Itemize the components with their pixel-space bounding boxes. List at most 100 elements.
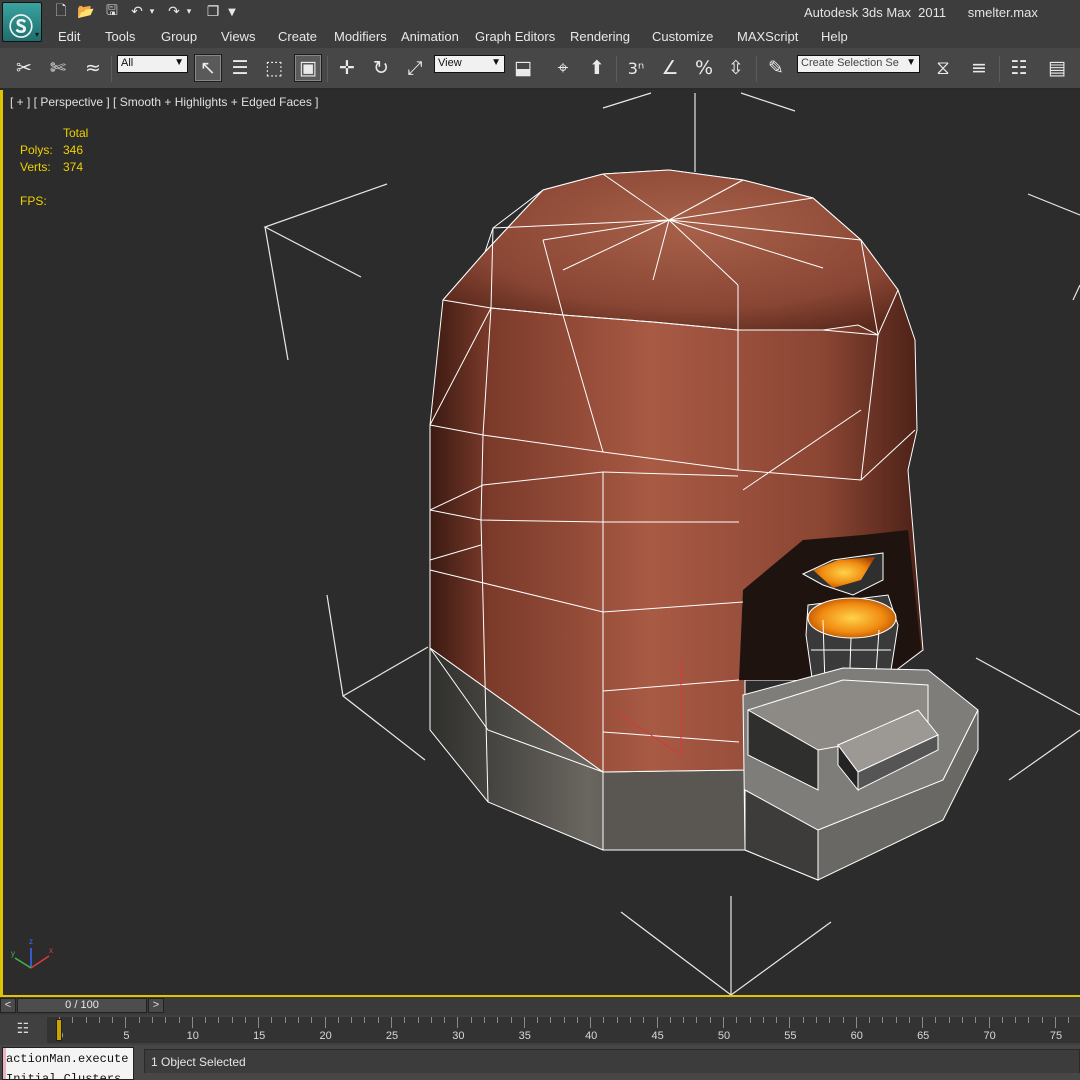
menu-tools[interactable]: Tools bbox=[105, 29, 135, 44]
minor-tick bbox=[284, 1017, 286, 1023]
major-tick bbox=[1055, 1017, 1056, 1028]
select-and-rotate-icon[interactable]: ↻ bbox=[367, 54, 395, 82]
listener-input-line: Initial Clusters bbox=[6, 1072, 122, 1080]
status-prompt-field: 1 Object Selected bbox=[144, 1049, 1080, 1073]
undo-icon[interactable]: ↶ bbox=[128, 3, 146, 21]
selection-filter-dropdown[interactable]: All ▼ bbox=[117, 55, 188, 73]
spinner-snap-icon[interactable]: ⇳ bbox=[722, 54, 750, 82]
toolbar-separator bbox=[999, 56, 1000, 82]
menu-modifiers[interactable]: Modifiers bbox=[334, 29, 387, 44]
time-slider-prev-button[interactable]: < bbox=[0, 998, 16, 1013]
select-by-name-icon[interactable]: ☰ bbox=[226, 54, 254, 82]
polys-label: Polys: bbox=[20, 143, 53, 157]
angle-snap-icon[interactable]: ∠ bbox=[656, 54, 684, 82]
project-folder-icon[interactable]: ❐ bbox=[204, 3, 222, 21]
stats-header: Total bbox=[63, 126, 89, 140]
mini-listener[interactable]: actionMan.execute Initial Clusters bbox=[2, 1047, 134, 1080]
polys-value: 346 bbox=[63, 143, 84, 157]
select-and-link-icon[interactable]: ✂ bbox=[10, 54, 38, 82]
select-object-icon[interactable]: ↖ bbox=[194, 54, 222, 82]
minor-tick bbox=[776, 1017, 778, 1023]
undo-dropdown-icon[interactable]: ▾ bbox=[147, 3, 157, 21]
redo-icon[interactable]: ↷ bbox=[165, 3, 183, 21]
menu-create[interactable]: Create bbox=[278, 29, 317, 44]
align-icon[interactable]: ≡ bbox=[965, 54, 993, 82]
frame-tick-label: 20 bbox=[319, 1030, 332, 1042]
minor-tick bbox=[404, 1017, 406, 1023]
app-title: Autodesk 3ds Max 2011 bbox=[804, 5, 947, 20]
minor-tick bbox=[165, 1017, 167, 1023]
frame-tick-label: 40 bbox=[585, 1030, 598, 1042]
percent-snap-icon[interactable]: % bbox=[690, 54, 718, 82]
menu-help[interactable]: Help bbox=[821, 29, 848, 44]
minor-tick bbox=[696, 1017, 698, 1023]
menu-edit[interactable]: Edit bbox=[58, 29, 80, 44]
select-and-manipulate-icon[interactable]: ⌖ bbox=[549, 54, 577, 82]
current-frame-marker[interactable] bbox=[56, 1019, 62, 1041]
viewport-label-menu[interactable]: [ + ] [ Perspective ] [ Smooth + Highlig… bbox=[10, 95, 319, 109]
curve-editor-mini-icon[interactable]: ☷ bbox=[12, 1021, 34, 1039]
main-toolbar: ✂ ✄ ≈ All ▼ ↖ ☰ ⬚ ▣ ✛ ↻ ⤢ View ▼ ⬓ ⌖ ⬆ 3ⁿ … bbox=[0, 48, 1080, 90]
major-tick bbox=[656, 1017, 658, 1028]
perspective-viewport[interactable]: z x y [ + ] [ Perspective ] [ Smooth + H… bbox=[0, 90, 1080, 997]
mirror-icon[interactable]: ⧖ bbox=[929, 54, 957, 82]
time-slider-thumb[interactable]: 0 / 100 bbox=[17, 998, 147, 1013]
menu-customize[interactable]: Customize bbox=[652, 29, 713, 44]
major-tick bbox=[789, 1017, 791, 1028]
minor-tick bbox=[709, 1017, 711, 1023]
minor-tick bbox=[1015, 1017, 1017, 1023]
major-tick bbox=[191, 1017, 193, 1028]
layer-manager-icon[interactable]: ☷ bbox=[1005, 54, 1033, 82]
major-tick bbox=[723, 1017, 724, 1028]
app-logo-icon: Ⓢ bbox=[9, 13, 33, 41]
minor-tick bbox=[98, 1017, 100, 1023]
world-axis-tripod: z x y bbox=[11, 937, 53, 969]
named-selection-placeholder: Create Selection Se bbox=[801, 57, 899, 69]
select-and-move-icon[interactable]: ✛ bbox=[333, 54, 361, 82]
track-bar-timeline[interactable]: 051015202530354045505560657075 bbox=[47, 1017, 1080, 1043]
minor-tick bbox=[829, 1017, 831, 1023]
minor-tick bbox=[643, 1017, 645, 1023]
application-button[interactable]: Ⓢ ▾ bbox=[2, 2, 42, 42]
track-bar: ☷ 051015202530354045505560657075 bbox=[0, 1015, 1080, 1045]
menu-animation[interactable]: Animation bbox=[401, 29, 459, 44]
edit-named-selection-icon[interactable]: ✎ bbox=[762, 54, 790, 82]
minor-tick bbox=[616, 1017, 618, 1023]
snaps-toggle-icon[interactable]: 3ⁿ bbox=[622, 54, 650, 82]
minor-tick bbox=[364, 1017, 366, 1023]
named-selection-set-dropdown[interactable]: Create Selection Se ▼ bbox=[797, 55, 920, 73]
keyboard-shortcut-override-icon[interactable]: ⬆ bbox=[583, 54, 611, 82]
reference-coordinate-dropdown[interactable]: View ▼ bbox=[434, 55, 505, 73]
pivot-center-icon[interactable]: ⬓ bbox=[509, 54, 537, 82]
minor-tick bbox=[537, 1017, 539, 1023]
major-tick bbox=[324, 1017, 326, 1028]
major-tick bbox=[523, 1017, 525, 1028]
frame-tick-label: 5 bbox=[123, 1030, 130, 1042]
reference-coordinate-value: View bbox=[438, 57, 462, 69]
save-icon[interactable]: 🖫 bbox=[103, 3, 121, 21]
minor-tick bbox=[298, 1017, 300, 1023]
window-crossing-icon[interactable]: ▣ bbox=[294, 54, 322, 82]
redo-dropdown-icon[interactable]: ▾ bbox=[184, 3, 194, 21]
select-and-scale-icon[interactable]: ⤢ bbox=[401, 54, 429, 82]
menu-graph-editors[interactable]: Graph Editors bbox=[475, 29, 555, 44]
bind-to-space-warp-icon[interactable]: ≈ bbox=[79, 54, 107, 82]
unlink-selection-icon[interactable]: ✄ bbox=[44, 54, 72, 82]
graphite-ribbon-icon[interactable]: ▤ bbox=[1043, 54, 1071, 82]
minor-tick bbox=[815, 1017, 817, 1023]
menu-views[interactable]: Views bbox=[221, 29, 255, 44]
menu-rendering[interactable]: Rendering bbox=[570, 29, 630, 44]
menu-maxscript[interactable]: MAXScript bbox=[737, 29, 798, 44]
minor-tick bbox=[563, 1017, 565, 1023]
scene-render[interactable]: z x y bbox=[3, 90, 1080, 995]
open-file-icon[interactable]: 📂 bbox=[77, 3, 95, 21]
new-file-icon[interactable]: 🗋 bbox=[52, 3, 70, 21]
rectangular-selection-region-icon[interactable]: ⬚ bbox=[260, 54, 288, 82]
minor-tick bbox=[72, 1017, 74, 1023]
quick-access-dropdown-icon[interactable]: ▼ bbox=[226, 3, 238, 21]
selection-filter-value: All bbox=[121, 57, 134, 69]
major-tick bbox=[590, 1017, 592, 1028]
time-slider-next-button[interactable]: > bbox=[148, 998, 164, 1013]
menu-bar: Edit Tools Group Views Create Modifiers … bbox=[0, 26, 1080, 48]
menu-group[interactable]: Group bbox=[161, 29, 197, 44]
